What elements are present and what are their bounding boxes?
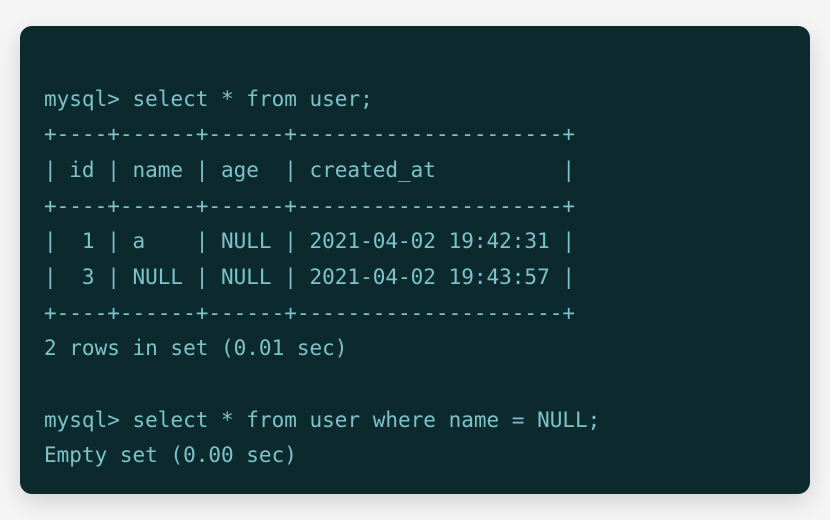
table-row: | 1 | a | NULL | 2021-04-02 19:42:31 | [44, 229, 575, 253]
table-divider-top: +----+------+------+--------------------… [44, 122, 575, 146]
mysql-prompt: mysql> [44, 87, 120, 111]
table-row: | 3 | NULL | NULL | 2021-04-02 19:43:57 … [44, 265, 575, 289]
prompt-line-2: mysql> select * from user where name = N… [44, 408, 600, 432]
prompt-line-1: mysql> select * from user; [44, 87, 373, 111]
table-header-row: | id | name | age | created_at | [44, 158, 575, 182]
mysql-terminal[interactable]: mysql> select * from user; +----+------+… [20, 26, 810, 494]
mysql-prompt: mysql> [44, 408, 120, 432]
table-divider-mid: +----+------+------+--------------------… [44, 194, 575, 218]
table-divider-bot: +----+------+------+--------------------… [44, 301, 575, 325]
result-summary-1: 2 rows in set (0.01 sec) [44, 336, 347, 360]
result-summary-2: Empty set (0.00 sec) [44, 443, 297, 467]
query-1: select * from user; [133, 87, 373, 111]
query-2: select * from user where name = NULL; [133, 408, 601, 432]
